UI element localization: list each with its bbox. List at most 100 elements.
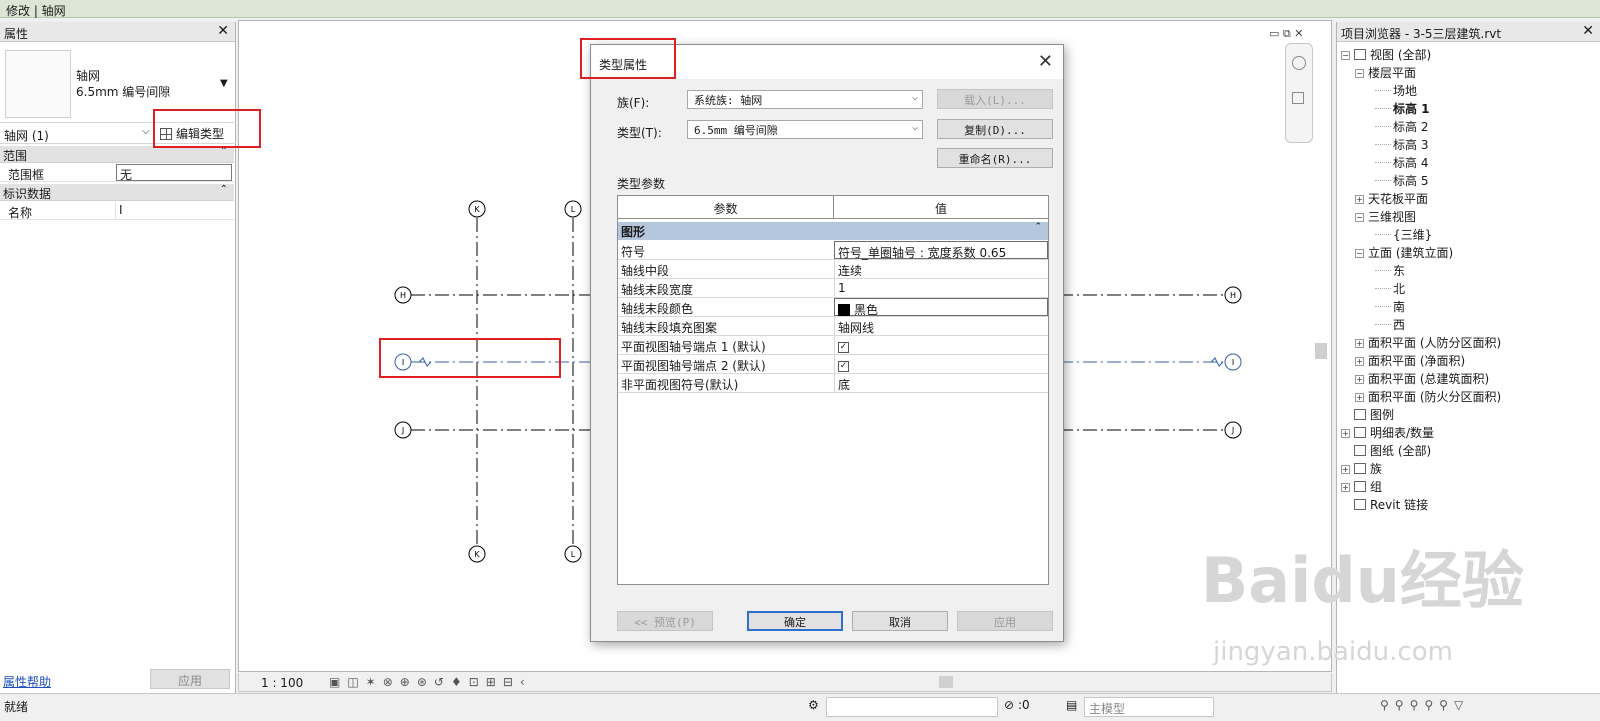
browser-node[interactable]: + 族	[1341, 460, 1382, 477]
browser-node[interactable]: 标高 2	[1375, 118, 1428, 135]
browser-node[interactable]: 场地	[1375, 82, 1417, 99]
browser-node[interactable]: − 视图 (全部)	[1341, 46, 1431, 63]
parameter-value[interactable]: 符号_单圈轴号 : 宽度系数 0.65	[834, 241, 1048, 260]
collapse-icon[interactable]: −	[1355, 69, 1364, 78]
property-value-input[interactable]: 无	[116, 164, 232, 182]
view-scale[interactable]: 1 : 100	[261, 676, 303, 690]
collapse-icon[interactable]: ⌃	[220, 184, 228, 195]
parameter-value[interactable]: 黑色	[834, 298, 1048, 317]
browser-node[interactable]: + 天花板平面	[1355, 190, 1428, 207]
parameter-value[interactable]: 连续	[834, 260, 1048, 278]
design-option-icon[interactable]: ▤	[1066, 698, 1077, 712]
type-properties-dialog: 类型属性 ✕ 族(F): 系统族: 轴网 ⌵ 类型(T): 6.5mm 编号间隙…	[590, 44, 1064, 642]
horizontal-scroll-thumb[interactable]	[939, 676, 953, 688]
context-tab-label[interactable]: 修改 | 轴网	[6, 2, 66, 19]
browser-node[interactable]: 图纸 (全部)	[1341, 442, 1431, 459]
expand-icon[interactable]: +	[1355, 393, 1364, 402]
cancel-button[interactable]: 取消	[852, 611, 948, 631]
checkbox[interactable]: ✓	[838, 361, 849, 372]
preview-button[interactable]: << 预览(P)	[617, 611, 713, 631]
close-icon[interactable]: ✕	[1038, 51, 1053, 72]
dropdown-arrow-icon[interactable]: ▼	[220, 78, 228, 89]
browser-node[interactable]: {三维}	[1375, 226, 1432, 243]
ok-button[interactable]: 确定	[747, 611, 843, 631]
browser-node[interactable]: 标高 5	[1375, 172, 1428, 189]
grid-label-i-right: I	[1232, 358, 1234, 367]
browser-node[interactable]: + 面积平面 (净面积)	[1355, 352, 1465, 369]
browser-node[interactable]: 北	[1375, 280, 1405, 297]
steering-wheel-icon[interactable]	[1292, 56, 1306, 70]
load-button[interactable]: 载入(L)...	[937, 89, 1053, 109]
browser-node[interactable]: + 面积平面 (防火分区面积)	[1355, 388, 1501, 405]
close-icon[interactable]: ✕	[217, 23, 229, 39]
expand-icon[interactable]: +	[1355, 357, 1364, 366]
collapse-icon[interactable]: −	[1341, 51, 1350, 60]
column-header-value[interactable]: 值	[834, 196, 1048, 219]
family-dropdown[interactable]: 系统族: 轴网 ⌵	[687, 90, 923, 109]
browser-node[interactable]: 标高 3	[1375, 136, 1428, 153]
view-control-icons[interactable]: ▣◫✶⊗⊕⊛↺♦⊡⊞⊟‹	[329, 675, 532, 689]
apply-button[interactable]: 应用	[150, 669, 230, 689]
property-row-scope-box: 范围框 无	[0, 164, 234, 182]
expand-icon[interactable]: +	[1341, 429, 1350, 438]
selection-mode-icons[interactable]: ⚲⚲⚲⚲⚲▽	[1380, 698, 1469, 712]
browser-node[interactable]: 南	[1375, 298, 1405, 315]
browser-node[interactable]: − 三维视图	[1355, 208, 1416, 225]
vertical-scroll-thumb[interactable]	[1315, 343, 1327, 359]
restore-icon[interactable]: ⧉	[1283, 27, 1291, 40]
browser-node[interactable]: + 组	[1341, 478, 1382, 495]
collapse-icon[interactable]: ⌃	[1034, 222, 1042, 232]
filter-icon[interactable]: ⊘	[1004, 698, 1014, 712]
grid-label-k-bottom: K	[474, 550, 480, 559]
minimize-icon[interactable]: ▭	[1269, 27, 1279, 40]
expand-icon[interactable]: +	[1355, 339, 1364, 348]
parameter-value[interactable]: 底	[834, 374, 1048, 392]
browser-node-label: 面积平面 (人防分区面积)	[1368, 336, 1502, 350]
browser-node[interactable]: + 明细表/数量	[1341, 424, 1434, 441]
checkbox[interactable]: ✓	[838, 342, 849, 353]
group-header-identity[interactable]: 标识数据 ⌃	[0, 184, 234, 201]
design-option-selector[interactable]: 主模型	[1084, 697, 1214, 717]
expand-icon[interactable]: +	[1341, 483, 1350, 492]
group-header-graphics[interactable]: 图形 ⌃	[618, 222, 1048, 240]
close-icon[interactable]: ✕	[1582, 23, 1594, 39]
parameter-value[interactable]: ✓	[834, 355, 1048, 373]
browser-node[interactable]: + 面积平面 (总建筑面积)	[1355, 370, 1489, 387]
browser-node[interactable]: 图例	[1341, 406, 1394, 423]
parameter-value[interactable]: 1	[834, 279, 1048, 297]
expand-icon[interactable]: +	[1355, 375, 1364, 384]
type-selector[interactable]: 轴网 6.5mm 编号间隙	[76, 68, 170, 100]
browser-node[interactable]: − 楼层平面	[1355, 64, 1416, 81]
revit-window: 修改 | 轴网 属性 ✕ 轴网 6.5mm 编号间隙 ▼ 轴网 (1) ⌵ 编辑…	[0, 0, 1600, 721]
apply-button[interactable]: 应用	[957, 611, 1053, 631]
collapse-icon[interactable]: −	[1355, 213, 1364, 222]
close-icon[interactable]: ✕	[1294, 27, 1303, 40]
workset-icon[interactable]: ⚙	[808, 698, 819, 712]
parameter-value[interactable]: 轴网线	[834, 317, 1048, 335]
rename-button[interactable]: 重命名(R)...	[937, 148, 1053, 168]
expand-icon[interactable]: +	[1341, 465, 1350, 474]
chevron-down-icon[interactable]: ⌵	[142, 126, 150, 137]
chevron-down-icon: ⌵	[911, 92, 918, 103]
browser-node[interactable]: 东	[1375, 262, 1405, 279]
sheets-icon	[1354, 445, 1366, 456]
parameter-value[interactable]: ✓	[834, 336, 1048, 354]
workset-selector[interactable]	[826, 697, 998, 717]
browser-node[interactable]: − 立面 (建筑立面)	[1355, 244, 1453, 261]
browser-node[interactable]: 西	[1375, 316, 1405, 333]
browser-node[interactable]: 标高 1	[1375, 100, 1430, 117]
property-value-input[interactable]: I	[116, 202, 232, 219]
parameter-name: 轴线末段颜色	[621, 302, 694, 316]
collapse-icon[interactable]: −	[1355, 249, 1364, 258]
duplicate-button[interactable]: 复制(D)...	[937, 119, 1053, 139]
type-dropdown[interactable]: 6.5mm 编号间隙 ⌵	[687, 120, 923, 139]
column-header-parameter[interactable]: 参数	[618, 196, 834, 219]
group-header-extents[interactable]: 范围 ⌃	[0, 146, 234, 163]
parameter-row: 轴线末段宽度 1	[618, 279, 1048, 298]
browser-node[interactable]: + 面积平面 (人防分区面积)	[1355, 334, 1501, 351]
properties-help-link[interactable]: 属性帮助	[3, 673, 51, 690]
browser-node[interactable]: 标高 4	[1375, 154, 1428, 171]
browser-node[interactable]: Revit 链接	[1341, 496, 1428, 513]
expand-icon[interactable]: +	[1355, 195, 1364, 204]
zoom-icon[interactable]	[1292, 92, 1304, 104]
